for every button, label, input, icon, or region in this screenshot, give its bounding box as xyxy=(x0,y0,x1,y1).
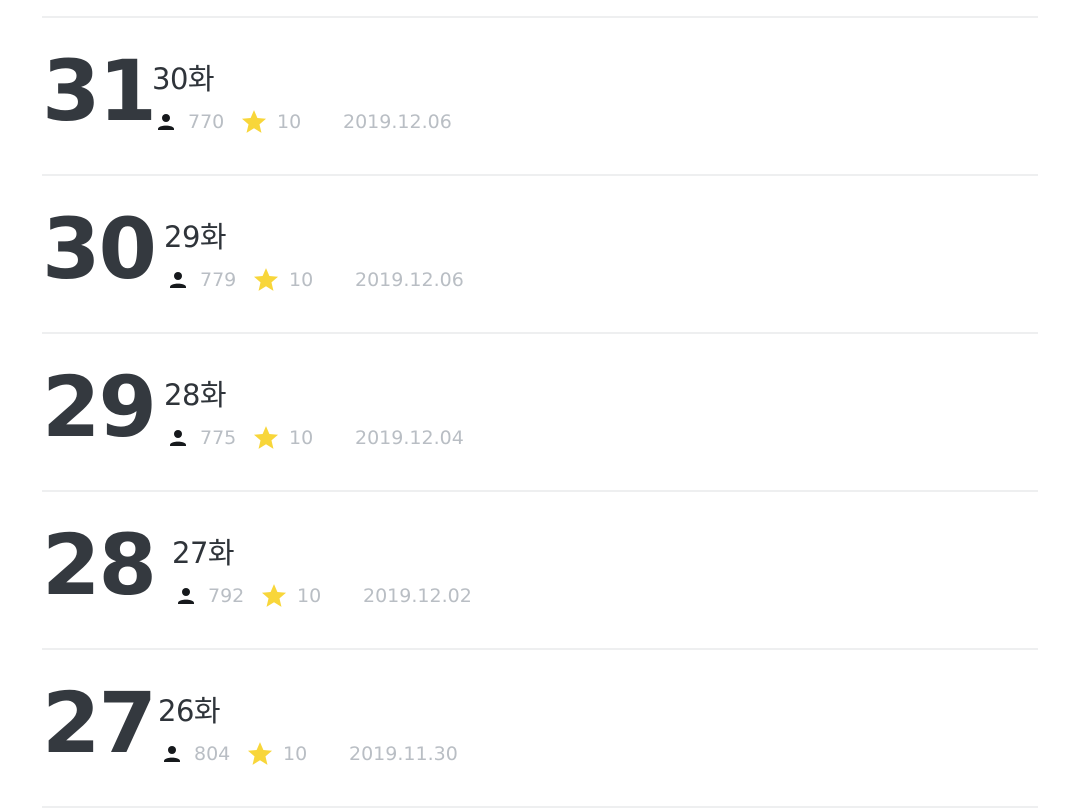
rating-score: 10 xyxy=(297,585,322,607)
episode-meta: 779 10 2019.12.06 xyxy=(164,268,464,292)
episode-number: 29 xyxy=(42,358,157,456)
rating-score: 10 xyxy=(277,111,302,133)
view-count: 792 xyxy=(208,585,245,607)
star-icon xyxy=(247,742,273,765)
episode-row[interactable]: 27 26화 804 10 2019.11.30 xyxy=(42,650,1038,806)
episode-number: 30 xyxy=(42,200,157,298)
episode-row[interactable]: 31 30화 770 10 2019.12.06 xyxy=(42,18,1038,174)
episode-row[interactable]: 30 29화 779 10 2019.12.06 xyxy=(42,176,1038,332)
release-date: 2019.12.02 xyxy=(363,585,472,607)
episode-list: 31 30화 770 10 2019.12.06 30 29화 779 10 2… xyxy=(42,0,1038,808)
person-icon xyxy=(170,272,186,288)
episode-number: 27 xyxy=(42,674,157,772)
episode-meta: 770 10 2019.12.06 xyxy=(152,110,452,134)
episode-number: 28 xyxy=(42,516,157,614)
episode-info: 26화 804 10 2019.11.30 xyxy=(158,694,458,766)
rating-score: 10 xyxy=(283,743,308,765)
view-count: 779 xyxy=(200,269,237,291)
person-icon xyxy=(170,430,186,446)
episode-meta: 792 10 2019.12.02 xyxy=(172,584,472,608)
star-icon xyxy=(253,426,279,449)
episode-row[interactable]: 28 27화 792 10 2019.12.02 xyxy=(42,492,1038,648)
star-icon xyxy=(253,268,279,291)
episode-title: 27화 xyxy=(172,536,235,570)
episode-info: 28화 775 10 2019.12.04 xyxy=(164,378,464,450)
view-count: 804 xyxy=(194,743,231,765)
episode-info: 30화 770 10 2019.12.06 xyxy=(152,62,452,134)
episode-info: 29화 779 10 2019.12.06 xyxy=(164,220,464,292)
episode-title: 26화 xyxy=(158,694,221,728)
release-date: 2019.12.06 xyxy=(355,269,464,291)
star-icon xyxy=(261,584,287,607)
episode-number: 31 xyxy=(42,42,157,140)
release-date: 2019.12.06 xyxy=(343,111,452,133)
rating-score: 10 xyxy=(289,269,314,291)
person-icon xyxy=(164,746,180,762)
rating-score: 10 xyxy=(289,427,314,449)
divider xyxy=(42,806,1038,808)
episode-info: 27화 792 10 2019.12.02 xyxy=(172,536,472,608)
episode-meta: 804 10 2019.11.30 xyxy=(158,742,458,766)
release-date: 2019.11.30 xyxy=(349,743,458,765)
episode-title: 28화 xyxy=(164,378,227,412)
release-date: 2019.12.04 xyxy=(355,427,464,449)
view-count: 775 xyxy=(200,427,237,449)
episode-meta: 775 10 2019.12.04 xyxy=(164,426,464,450)
episode-title: 30화 xyxy=(152,62,215,96)
person-icon xyxy=(178,588,194,604)
view-count: 770 xyxy=(188,111,225,133)
episode-row[interactable]: 29 28화 775 10 2019.12.04 xyxy=(42,334,1038,490)
person-icon xyxy=(158,114,174,130)
star-icon xyxy=(241,110,267,133)
episode-title: 29화 xyxy=(164,220,227,254)
